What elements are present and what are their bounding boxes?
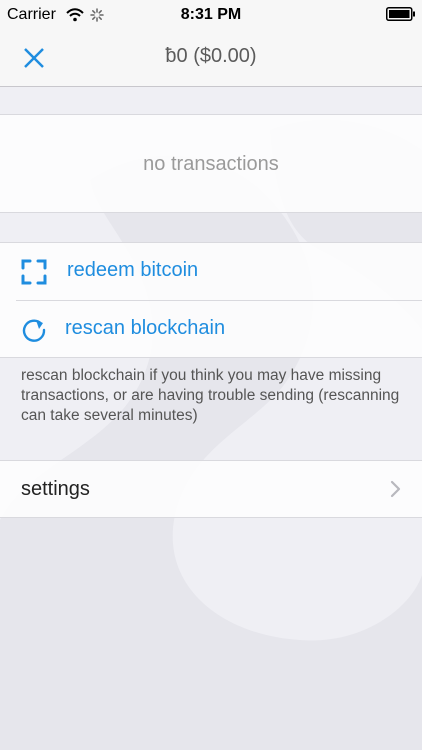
scan-frame-icon	[21, 259, 47, 285]
redeem-bitcoin-label: redeem bitcoin	[67, 259, 199, 281]
battery-icon	[386, 7, 415, 21]
rescan-blockchain-button[interactable]: rescan blockchain	[0, 301, 422, 358]
rescan-hint-text: rescan blockchain if you think you may h…	[21, 367, 400, 424]
settings-label: settings	[21, 478, 90, 500]
rescan-blockchain-label: rescan blockchain	[65, 317, 226, 339]
refresh-icon	[22, 319, 46, 342]
chevron-right-icon	[390, 480, 401, 498]
settings-row[interactable]: settings	[0, 460, 422, 518]
balance-title: ƀ0 ($0.00)	[165, 45, 257, 67]
empty-transactions-label: no transactions	[143, 153, 279, 175]
status-bar: Carrier 8:31 PM	[0, 0, 422, 30]
transactions-list: no transactions	[0, 114, 422, 213]
redeem-bitcoin-button[interactable]: redeem bitcoin	[0, 243, 422, 300]
navigation-bar: ƀ0 ($0.00)	[0, 30, 422, 87]
actions-group: redeem bitcoin rescan blockchain	[0, 242, 422, 358]
clock-label: 8:31 PM	[180, 6, 242, 23]
